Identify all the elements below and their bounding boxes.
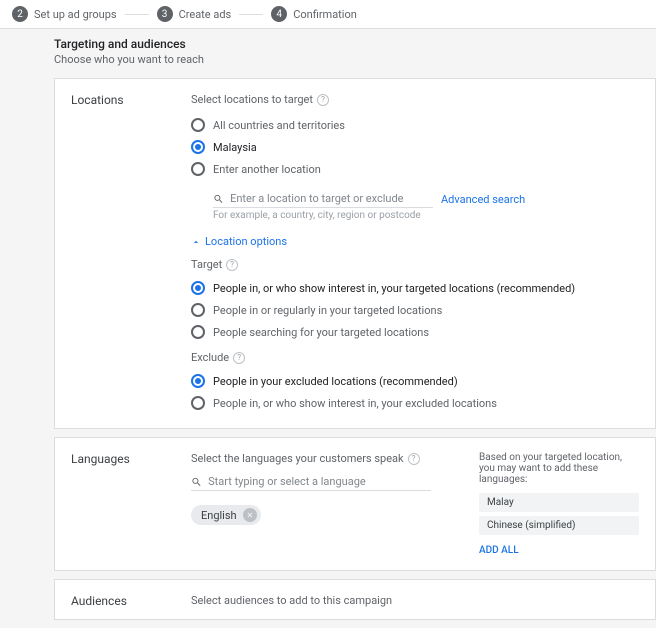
advanced-search-link[interactable]: Advanced search	[441, 193, 525, 206]
language-search-input[interactable]	[208, 475, 431, 488]
location-search-wrap	[213, 190, 433, 208]
radio-exclude-interest[interactable]: People in, or who show interest in, your…	[191, 392, 639, 414]
target-title: Target ?	[191, 258, 639, 271]
step-badge: 2	[12, 6, 28, 22]
step-separator	[239, 14, 263, 15]
title-text: Select the languages your customers spea…	[191, 452, 404, 465]
step-label: Set up ad groups	[34, 8, 117, 21]
page-header: Targeting and audiences Choose who you w…	[0, 29, 656, 74]
language-chip[interactable]: English	[191, 505, 261, 525]
close-icon[interactable]	[243, 508, 257, 522]
radio-label: People searching for your targeted locat…	[213, 326, 429, 339]
languages-body: Select the languages your customers spea…	[191, 452, 467, 556]
audiences-body: Select audiences to add to this campaign	[191, 594, 639, 615]
help-icon[interactable]: ?	[408, 453, 420, 465]
step-4[interactable]: 4 Confirmation	[271, 6, 357, 22]
step-label: Confirmation	[293, 8, 357, 21]
step-separator	[125, 14, 149, 15]
help-icon[interactable]: ?	[226, 259, 238, 271]
language-suggestion[interactable]: Chinese (simplified)	[479, 516, 639, 535]
help-icon[interactable]: ?	[317, 94, 329, 106]
radio-label: All countries and territories	[213, 119, 345, 132]
search-icon	[213, 193, 224, 205]
radio-all-countries[interactable]: All countries and territories	[191, 114, 639, 136]
radio-icon	[191, 162, 205, 176]
radio-label: Enter another location	[213, 163, 321, 176]
step-3[interactable]: 3 Create ads	[157, 6, 232, 22]
help-icon[interactable]: ?	[233, 352, 245, 364]
radio-label: People in, or who show interest in, your…	[213, 282, 575, 295]
radio-icon	[191, 303, 205, 317]
language-search-wrap	[191, 473, 431, 491]
radio-label: People in, or who show interest in, your…	[213, 397, 497, 410]
locations-card: Locations Select locations to target ? A…	[54, 78, 656, 429]
radio-icon	[191, 325, 205, 339]
radio-icon	[191, 140, 205, 154]
exclude-title: Exclude ?	[191, 351, 639, 364]
radio-exclude-in[interactable]: People in your excluded locations (recom…	[191, 370, 639, 392]
radio-target-searching[interactable]: People searching for your targeted locat…	[191, 321, 639, 343]
radio-label: People in your excluded locations (recom…	[213, 375, 458, 388]
radio-label: Malaysia	[213, 141, 257, 154]
language-suggestion[interactable]: Malay	[479, 493, 639, 512]
chevron-up-icon	[191, 237, 201, 247]
radio-target-interest[interactable]: People in, or who show interest in, your…	[191, 277, 639, 299]
stepper: 2 Set up ad groups 3 Create ads 4 Confir…	[0, 0, 656, 29]
radio-icon	[191, 118, 205, 132]
card-label: Languages	[71, 452, 191, 556]
location-search-row: Advanced search	[213, 190, 639, 208]
radio-label: People in or regularly in your targeted …	[213, 304, 442, 317]
title-text: Select audiences to add to this campaign	[191, 594, 392, 607]
subtitle-text: Exclude	[191, 351, 229, 364]
location-options-toggle[interactable]: Location options	[191, 235, 639, 248]
step-badge: 4	[271, 6, 287, 22]
card-label: Audiences	[71, 594, 191, 615]
subtitle-text: Target	[191, 258, 222, 271]
toggle-label: Location options	[205, 235, 287, 248]
locations-select-title: Select locations to target ?	[191, 93, 639, 106]
radio-country[interactable]: Malaysia	[191, 136, 639, 158]
radio-icon	[191, 396, 205, 410]
step-badge: 3	[157, 6, 173, 22]
languages-select-title: Select the languages your customers spea…	[191, 452, 467, 465]
radio-target-in[interactable]: People in or regularly in your targeted …	[191, 299, 639, 321]
location-search-input[interactable]	[230, 192, 433, 205]
title-text: Select locations to target	[191, 93, 313, 106]
step-2[interactable]: 2 Set up ad groups	[12, 6, 117, 22]
card-label: Locations	[71, 93, 191, 414]
page-subtitle: Choose who you want to reach	[54, 53, 656, 66]
radio-enter-location[interactable]: Enter another location	[191, 158, 639, 180]
aside-text: Based on your targeted location, you may…	[479, 452, 639, 485]
audiences-select-title: Select audiences to add to this campaign	[191, 594, 639, 607]
search-icon	[191, 476, 202, 488]
location-hint: For example, a country, city, region or …	[213, 210, 639, 221]
chip-label: English	[201, 509, 237, 522]
page-title: Targeting and audiences	[54, 37, 656, 51]
radio-icon	[191, 281, 205, 295]
audiences-card: Audiences Select audiences to add to thi…	[54, 579, 656, 620]
locations-body: Select locations to target ? All countri…	[191, 93, 639, 414]
step-label: Create ads	[179, 8, 232, 21]
languages-aside: Based on your targeted location, you may…	[479, 452, 639, 556]
radio-icon	[191, 374, 205, 388]
